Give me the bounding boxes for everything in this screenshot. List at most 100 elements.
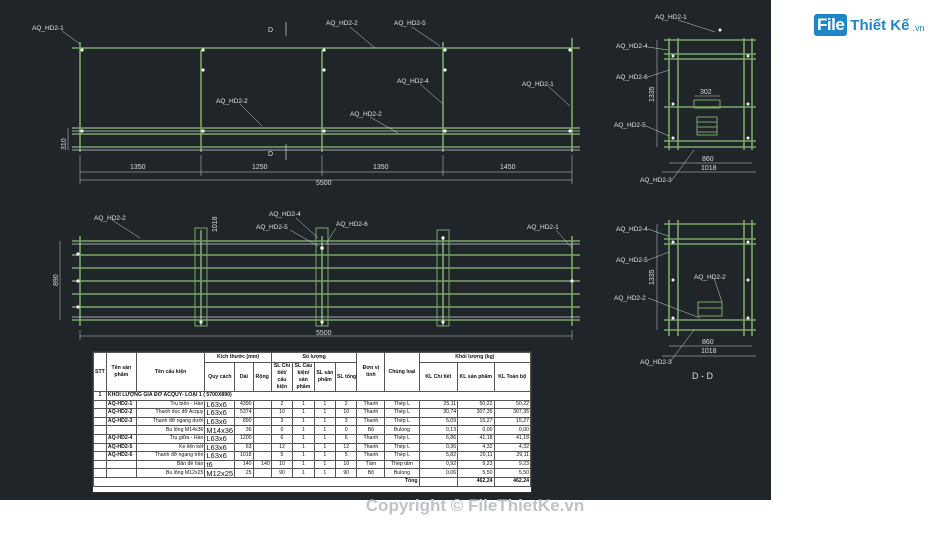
cell-len: 63 <box>234 442 254 453</box>
table-row: AQ-HD2-3 Thanh đỡ ngang dưới L63x6 890 3 1 1 3 T… <box>93 416 531 427</box>
label-aq-hd2-3-side: AQ_HD2-3 <box>640 177 672 184</box>
dim-310: 310 <box>61 138 68 150</box>
cell-name: Bản đế hàn <box>135 459 206 470</box>
cell-spec: L63x6 <box>204 433 236 444</box>
label-aq-hd2-5-dd: AQ_HD2-5 <box>616 257 648 264</box>
cell-code: AQ-HD2-5 <box>105 442 137 453</box>
cell-q2: 1 <box>292 399 315 410</box>
cell-q1: 10 <box>270 408 294 418</box>
th-qty-per-component: SL Chi tiết/ cấu kiện <box>270 362 294 392</box>
cell-len: 890 <box>234 416 254 427</box>
cell-w2: 307,35 <box>457 408 495 418</box>
cell-stt <box>93 425 107 435</box>
cell-wid: 140 <box>252 459 272 470</box>
cell-stt <box>93 399 107 410</box>
dim-1450: 1450 <box>500 164 516 171</box>
brand-logo-mark: File <box>814 14 848 36</box>
cell-unit: Thanh <box>356 416 386 427</box>
cell-len: 5374 <box>234 408 254 418</box>
cell-mat: Thép L <box>384 451 420 461</box>
total-weight-product: 462,24 <box>457 476 495 487</box>
table-header-row-1: STT Tên sản phẩm Tên cấu kiện Kích thước… <box>93 352 531 392</box>
dim-1018-side-b: 1018 <box>701 348 717 355</box>
cell-wid <box>252 451 272 461</box>
label-aq-hd2-6-side: AQ_HD2-6 <box>616 74 648 81</box>
cell-qt: 0 <box>334 425 358 435</box>
cell-w3: 0,00 <box>493 425 531 435</box>
dim-302: 302 <box>700 89 712 96</box>
table-body: AQ-HD2-1 Trụ biên - Hàn L63x6 4390 2 1 1 2 Thanh… <box>93 399 531 478</box>
cell-name: Thanh dọc đỡ Acquy <box>135 408 206 418</box>
dim-5500-b: 5500 <box>316 330 332 337</box>
cell-code: AQ-HD2-4 <box>105 433 137 444</box>
cell-len: 36 <box>234 425 254 435</box>
cell-code <box>105 459 137 470</box>
cell-qt: 2 <box>334 399 358 410</box>
th-qty-total: SL tổng <box>334 362 358 392</box>
cell-code: AQ-HD2-6 <box>105 451 137 461</box>
cell-w1: 30,74 <box>418 408 459 418</box>
brand-logo-suffix: .vn <box>912 23 925 33</box>
cell-name: Thanh đỡ ngang dưới <box>135 416 206 427</box>
cell-wid <box>252 425 272 435</box>
cell-stt <box>93 408 107 418</box>
cell-mat: Bulong <box>384 425 420 435</box>
cell-q1: 2 <box>270 399 294 410</box>
label-aq-hd2-2-front: AQ_HD2-2 <box>216 98 248 105</box>
cell-mat: Thép L <box>384 433 420 444</box>
label-aq-hd2-5-side: AQ_HD2-5 <box>614 122 646 129</box>
th-weight: Khối lượng (kg) <box>418 352 531 363</box>
th-length: Dài <box>234 362 254 392</box>
table-section-row: 1 KHỐI LƯỢNG GIÁ ĐỠ ACQUY- LOẠI 1 ( 5700… <box>93 391 531 401</box>
cell-w3: 9,23 <box>493 459 531 470</box>
cell-unit: Thanh <box>356 433 386 444</box>
label-aq-hd2-2-dd-b: AQ_HD2-2 <box>614 295 646 302</box>
bill-of-materials-table: STT Tên sản phẩm Tên cấu kiện Kích thước… <box>92 351 532 493</box>
th-quantity: Số lượng <box>270 352 358 363</box>
cell-q3: 1 <box>313 399 337 410</box>
cell-q2: 1 <box>292 433 315 444</box>
total-label: Tổng <box>93 476 420 487</box>
cell-q3: 1 <box>313 451 337 461</box>
cell-unit: Thanh <box>356 408 386 418</box>
plan-view <box>59 217 580 340</box>
table-row: Bản đế hàn t6 140 140 10 1 1 10 Tấm Thép tấm 0,92 9… <box>93 459 531 470</box>
cell-q1: 12 <box>270 442 294 453</box>
cell-code: AQ-HD2-2 <box>105 408 137 418</box>
table-row: AQ-HD2-5 Ke liên kết L63x6 63 12 1 1 12 Thanh Thé… <box>93 442 531 453</box>
cell-stt <box>93 451 107 461</box>
cell-w1: 0,36 <box>418 442 459 453</box>
cell-w2: 29,11 <box>457 451 495 461</box>
cell-q1: 10 <box>270 459 294 470</box>
table-row: Bu lông M14x36 M14x36 36 0 1 1 0 Bộ Bulong 0,13 0,… <box>93 425 531 435</box>
section-title: KHỐI LƯỢNG GIÁ ĐỠ ACQUY- LOẠI 1 ( 5700X8… <box>105 391 531 401</box>
cell-w1: 25,11 <box>418 399 459 410</box>
cell-q3: 1 <box>313 459 337 470</box>
cell-name: Bu lông M14x36 <box>135 425 206 435</box>
th-weight-detail: KL Chi tiết <box>418 362 459 392</box>
cell-q3: 1 <box>313 433 337 444</box>
cell-w2: 15,27 <box>457 416 495 427</box>
cell-spec: L63x6 <box>204 416 236 427</box>
cell-qt: 3 <box>334 416 358 427</box>
cell-spec: L63x6 <box>204 408 236 418</box>
cell-spec: L63x6 <box>204 451 236 461</box>
dim-1335-a: 1335 <box>649 86 656 102</box>
table-total-row: Tổng 462,24 462,24 <box>93 476 531 487</box>
section-stt: 1 <box>93 391 107 401</box>
cell-q1: 6 <box>270 433 294 444</box>
cell-w3: 41,18 <box>493 433 531 444</box>
side-view-top <box>645 19 756 181</box>
cell-name: Trụ giữa - Hàn <box>135 433 206 444</box>
brand-logo-name: Thiết Kế <box>850 16 910 34</box>
label-aq-hd2-5-top: AQ_HD2-5 <box>394 20 426 27</box>
cell-w1: 5,82 <box>418 451 459 461</box>
cell-q2: 1 <box>292 442 315 453</box>
cell-q3: 1 <box>313 416 337 427</box>
cell-len: 140 <box>234 459 254 470</box>
dim-1350-a: 1350 <box>130 164 146 171</box>
cell-stt <box>93 468 107 478</box>
cell-unit: Thanh <box>356 399 386 410</box>
dim-1018-side-a: 1018 <box>701 165 717 172</box>
th-qty-per-product: SL Cấu kiện/ sản phẩm <box>292 362 315 392</box>
